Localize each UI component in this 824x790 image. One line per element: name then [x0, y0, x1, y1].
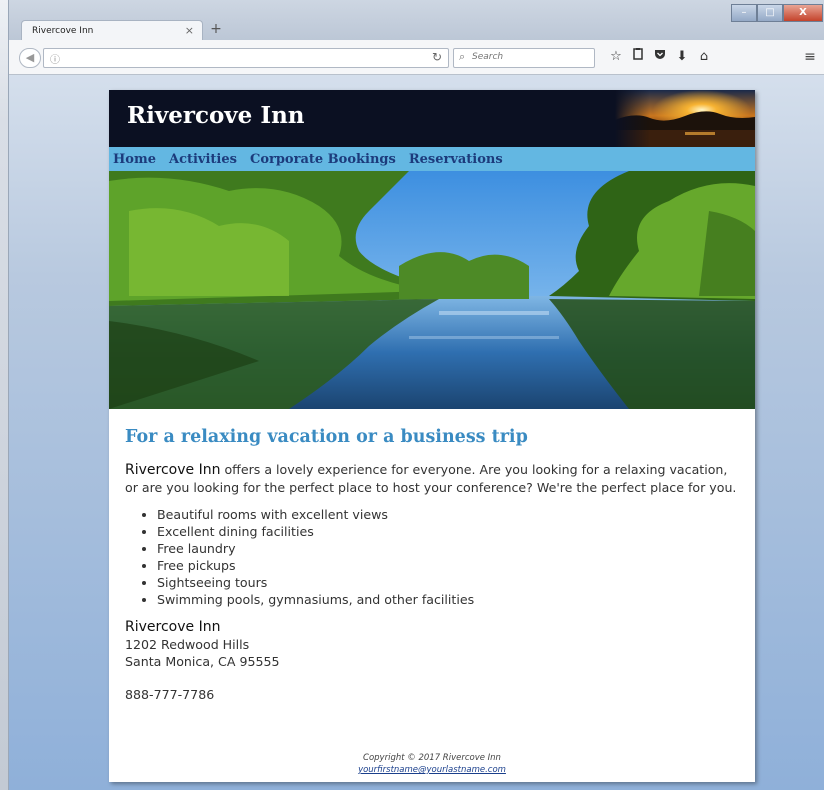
sunset-header-image [615, 90, 755, 147]
river-hero-image [109, 171, 755, 409]
page-footer: Copyright © 2017 Rivercove Inn yourfirst… [109, 752, 755, 776]
page-headline: For a relaxing vacation or a business tr… [125, 427, 528, 447]
address-bar[interactable]: ⓘ ↻ [43, 48, 449, 68]
phone-number: 888-777-7786 [125, 687, 215, 702]
feature-item: Free pickups [157, 557, 739, 574]
window-controls: – □ X [731, 4, 823, 22]
feature-item: Excellent dining facilities [157, 523, 739, 540]
tab-close-icon[interactable]: × [185, 21, 194, 41]
back-arrow-icon: ◀ [25, 51, 35, 64]
nav-activities-link[interactable]: Activities [169, 152, 237, 167]
download-icon[interactable]: ⬇ [671, 48, 693, 66]
close-window-button[interactable]: X [783, 4, 823, 22]
back-button[interactable]: ◀ [19, 48, 41, 68]
address-city: Santa Monica, CA 95555 [125, 654, 280, 669]
intro-brand-name: Rivercove Inn [125, 462, 221, 478]
browser-toolbar: ◀ ⓘ ↻ ⌕ ☆ ⬇ ⌂ ≡ [9, 40, 824, 75]
tab-title: Rivercove Inn [32, 26, 94, 36]
main-content: For a relaxing vacation or a business tr… [109, 427, 755, 702]
bookmark-star-icon[interactable]: ☆ [605, 48, 627, 66]
feature-item: Sightseeing tours [157, 574, 739, 591]
reading-list-icon[interactable] [627, 48, 649, 66]
footer-email-link[interactable]: yourfirstname@yourlastname.com [358, 765, 506, 775]
new-tab-button[interactable]: + [207, 20, 225, 38]
browser-window: Rivercove Inn × + – □ X ◀ ⓘ ↻ ⌕ ☆ [8, 0, 824, 790]
home-icon[interactable]: ⌂ [693, 48, 715, 66]
copyright-text: Copyright © 2017 Rivercove Inn [363, 753, 501, 763]
feature-item: Beautiful rooms with excellent views [157, 506, 739, 523]
search-icon: ⌕ [459, 50, 466, 63]
search-input[interactable] [472, 50, 587, 64]
feature-item: Free laundry [157, 540, 739, 557]
search-box[interactable]: ⌕ [453, 48, 595, 68]
nav-reservations-link[interactable]: Reservations [409, 152, 503, 167]
hamburger-menu-icon[interactable]: ≡ [801, 48, 819, 66]
site-title: Rivercove Inn [127, 102, 305, 129]
address-block: Rivercove Inn 1202 Redwood Hills Santa M… [125, 618, 739, 670]
reload-icon[interactable]: ↻ [432, 50, 442, 64]
info-circle-icon[interactable]: ⓘ [50, 51, 60, 66]
title-bar: Rivercove Inn × + – □ X [9, 0, 824, 41]
pocket-icon[interactable] [649, 48, 671, 66]
features-list: Beautiful rooms with excellent views Exc… [139, 506, 739, 608]
nav-home-link[interactable]: Home [113, 152, 156, 167]
address-name: Rivercove Inn [125, 619, 221, 635]
address-street: 1202 Redwood Hills [125, 637, 250, 652]
minimize-button[interactable]: – [731, 4, 757, 22]
maximize-button[interactable]: □ [757, 4, 783, 22]
site-navigation: Home Activities Corporate Bookings Reser… [109, 147, 755, 171]
site-header: Rivercove Inn [109, 90, 755, 147]
toolbar-icons: ☆ ⬇ ⌂ [605, 48, 715, 66]
browser-tab[interactable]: Rivercove Inn × [21, 20, 203, 41]
feature-item: Swimming pools, gymnasiums, and other fa… [157, 591, 739, 608]
intro-paragraph: Rivercove Inn offers a lovely experience… [125, 461, 739, 496]
web-page: Rivercove Inn Home Activities Corporate … [109, 90, 755, 782]
nav-corporate-bookings-link[interactable]: Corporate Bookings [250, 152, 396, 167]
